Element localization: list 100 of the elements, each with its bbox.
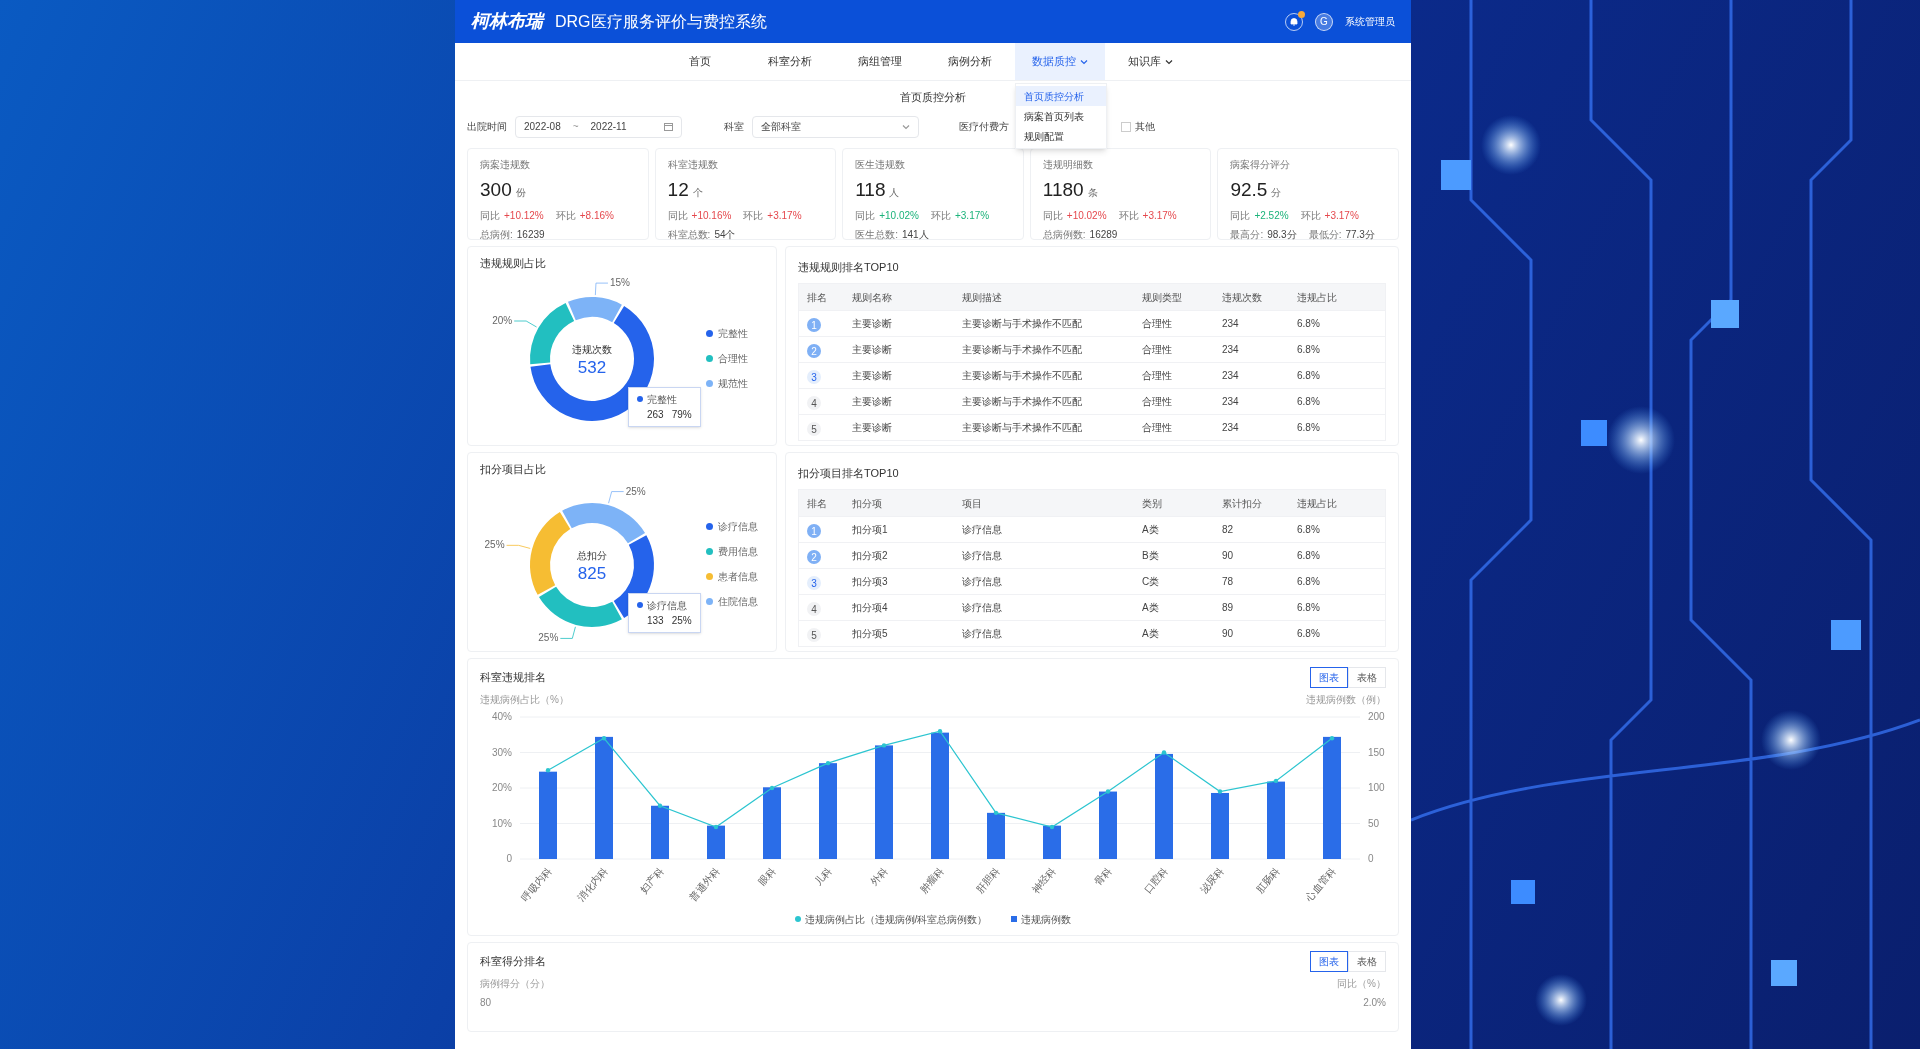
footer-label: 医生总数:: [855, 228, 898, 242]
change-label: 同比: [855, 209, 876, 223]
legend-label: 违规病例数: [1021, 912, 1072, 927]
category-label: 神经科: [1029, 864, 1058, 895]
table-cell-text: A类: [1142, 627, 1160, 641]
view-tab[interactable]: 表格: [1348, 666, 1386, 688]
axis-tick: 40%: [492, 710, 512, 722]
change-value: +3.17%: [1324, 209, 1359, 223]
menu-item[interactable]: 病案首页列表: [1016, 106, 1106, 126]
change-label: 环比: [743, 209, 764, 223]
table-cell-text: 扣分项2: [852, 549, 889, 563]
table-cell-text: 6.8%: [1297, 421, 1321, 435]
category-label: 肝胆科: [973, 864, 1002, 895]
table-cell-text: 主要诊断与手术操作不匹配: [962, 317, 1083, 331]
table-cell-text: 234: [1222, 343, 1240, 357]
table-cell-text: 90: [1222, 549, 1235, 563]
legend-label: 完整性: [718, 326, 748, 341]
nav-tab[interactable]: 首页: [655, 43, 745, 80]
table-cell-text: 89: [1222, 601, 1235, 615]
menu-item[interactable]: 首页质控分析: [1016, 86, 1106, 106]
change-value: +3.17%: [767, 209, 802, 223]
line-point: [769, 785, 775, 790]
rank-badge: 4: [807, 396, 821, 410]
bar: [987, 812, 1005, 859]
table-cell-text: 6.8%: [1297, 549, 1321, 563]
nav-tab[interactable]: 病例分析: [925, 43, 1015, 80]
table-cell-text: 234: [1222, 317, 1240, 331]
menu-item[interactable]: 规则配置: [1016, 126, 1106, 146]
line-point: [601, 735, 607, 740]
tooltip-label: 诊疗信息: [647, 598, 687, 613]
rank-badge: 3: [807, 370, 821, 384]
nav-tab[interactable]: 病组管理: [835, 43, 925, 80]
line-point: [1105, 788, 1111, 794]
stat-unit: 份: [515, 185, 526, 200]
rank-badge: 3: [807, 576, 821, 590]
calendar-icon: [664, 122, 673, 131]
axis-tick: 2.0%: [1363, 995, 1386, 1010]
table-cell-text: 诊疗信息: [962, 549, 1003, 563]
category-label: 肛肠科: [1253, 864, 1282, 895]
bar: [1099, 791, 1117, 859]
category-label: 肿瘤科: [917, 864, 946, 895]
stat-value: 12: [667, 177, 689, 202]
center-value: 825: [577, 564, 607, 583]
column-header: 违规占比: [1297, 496, 1338, 511]
axis-tick: 0: [506, 852, 512, 864]
change-label: 同比: [480, 209, 500, 223]
panel-title: 违规规则占比: [480, 255, 547, 271]
column-header: 累计扣分: [1222, 496, 1263, 511]
category-label: 儿科: [812, 864, 834, 888]
change-label: 同比: [667, 209, 688, 223]
footer-value: 16289: [1089, 228, 1118, 242]
axis-title: 违规病例占比（%）: [480, 692, 569, 707]
table-cell-text: 扣分项3: [852, 575, 889, 589]
category-label: 妇产科: [637, 864, 666, 895]
table-cell-text: 主要诊断: [852, 317, 893, 331]
leader-line: [513, 320, 537, 328]
view-tab[interactable]: 图表: [1310, 666, 1348, 688]
category-label: 口腔科: [1141, 864, 1170, 895]
department-select[interactable]: 全部科室: [752, 115, 919, 138]
change-value: +10.02%: [1066, 209, 1107, 223]
filter-label: 医疗付费方: [959, 120, 1009, 134]
tooltip-label: 完整性: [647, 392, 677, 407]
change-label: 环比: [1300, 209, 1321, 223]
axis-title: 违规病例数（例）: [1306, 692, 1386, 707]
table-cell-text: 6.8%: [1297, 627, 1321, 641]
nav-tab[interactable]: 知识库: [1105, 43, 1195, 80]
bar: [651, 805, 669, 859]
column-header: 违规次数: [1222, 290, 1263, 305]
stat-title: 违规明细数: [1042, 157, 1094, 172]
axis-tick: 50: [1368, 817, 1380, 828]
checkbox[interactable]: [1121, 121, 1131, 132]
table-cell-text: 78: [1222, 575, 1235, 589]
leader-line: [559, 626, 576, 639]
rank-badge: 1: [807, 318, 821, 332]
legend-label: 规范性: [718, 376, 748, 391]
column-header: 排名: [807, 496, 828, 511]
table-cell-text: 6.8%: [1297, 523, 1321, 537]
center-label: 总扣分: [577, 550, 607, 561]
stat-title: 科室违规数: [667, 157, 719, 172]
panel-title: 违规规则排名TOP10: [798, 259, 900, 275]
table-cell-text: A类: [1142, 601, 1160, 615]
table-cell-text: 6.8%: [1297, 601, 1321, 615]
data-label: 25%: [625, 485, 646, 497]
leader-line: [594, 282, 609, 296]
table-cell-text: 234: [1222, 421, 1240, 435]
date-range-field[interactable]: 2022-08 ~ 2022-11: [515, 115, 682, 138]
user-avatar[interactable]: G: [1315, 12, 1333, 31]
footer-label: 最高分:: [1230, 228, 1264, 242]
table-cell-text: 主要诊断与手术操作不匹配: [962, 421, 1083, 435]
rank-badge: 2: [807, 344, 821, 358]
nav-tab[interactable]: 科室分析: [745, 43, 835, 80]
nav-tab[interactable]: 数据质控: [1015, 43, 1105, 80]
table-cell-text: 90: [1222, 627, 1235, 641]
leader-line: [608, 491, 625, 504]
rank-badge: 2: [807, 550, 821, 564]
view-tab[interactable]: 图表: [1310, 950, 1348, 972]
change-value: +8.16%: [579, 209, 614, 223]
view-tab[interactable]: 表格: [1348, 950, 1386, 972]
user-name[interactable]: 系统管理员: [1345, 14, 1395, 29]
caret-icon: [902, 122, 910, 131]
